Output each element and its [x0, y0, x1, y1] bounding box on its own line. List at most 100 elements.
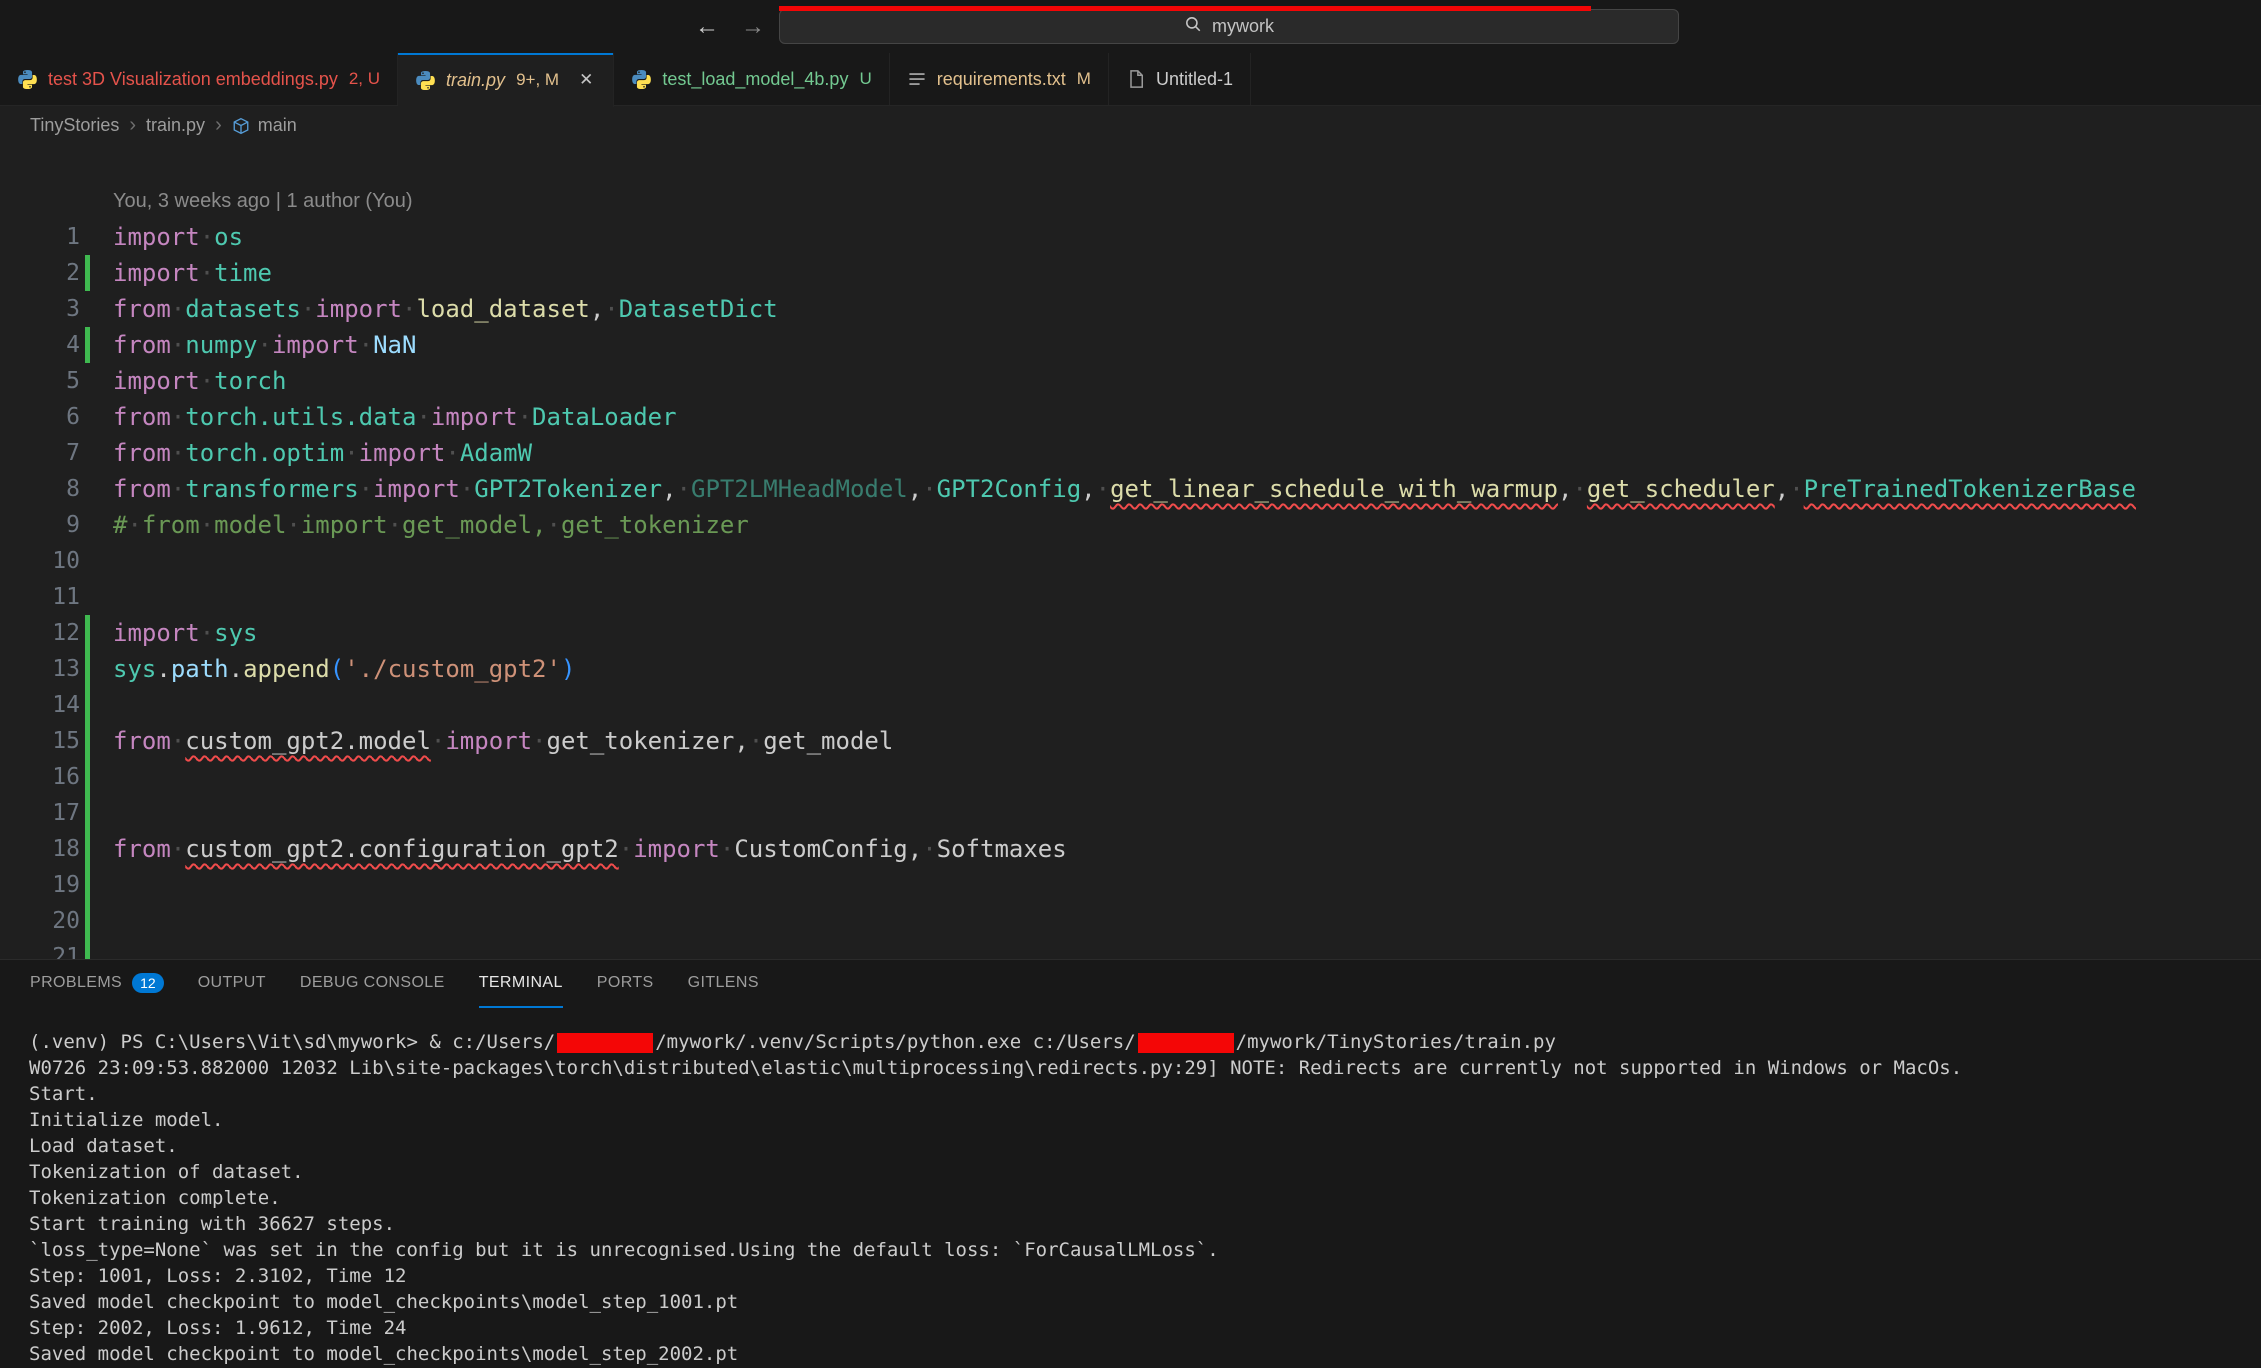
breadcrumb-label: main [258, 115, 297, 136]
code-line[interactable]: 1import·os [0, 219, 2261, 255]
panel-tab-problems[interactable]: PROBLEMS12 [30, 960, 164, 1008]
terminal-line: Saved model checkpoint to model_checkpoi… [29, 1341, 2261, 1367]
tab-train-py[interactable]: train.py9+, M✕ [398, 53, 614, 107]
panel-tab-output[interactable]: OUTPUT [198, 960, 266, 1008]
line-number[interactable]: 20 [0, 903, 80, 939]
line-number[interactable]: 11 [0, 579, 80, 615]
panel-tab-label: GITLENS [688, 974, 759, 992]
terminal-text: Initialize model. [29, 1109, 223, 1131]
code-line[interactable]: 14 [0, 687, 2261, 723]
nav-forward-icon[interactable]: → [741, 15, 765, 39]
code-line[interactable]: 3 from·datasets·import·load_dataset,·Data… [0, 291, 2261, 327]
code-line[interactable]: 16 [0, 759, 2261, 795]
code-line[interactable]: 11 [0, 579, 2261, 615]
redacted-text [557, 1033, 653, 1053]
command-center-search[interactable]: mywork [779, 9, 1679, 44]
line-number[interactable]: 16 [0, 759, 80, 795]
panel-tab-gitlens[interactable]: GITLENS [688, 960, 759, 1008]
line-number[interactable]: 5 [0, 363, 80, 399]
code-line[interactable]: 6from·torch.utils.data·import·DataLoader [0, 399, 2261, 435]
terminal-text: /mywork/.venv/Scripts/python.exe c:/User… [655, 1031, 1135, 1053]
line-number[interactable]: 17 [0, 795, 80, 831]
line-number[interactable]: 13 [0, 651, 80, 687]
close-icon[interactable]: ✕ [576, 69, 596, 91]
line-number[interactable]: 9 [0, 507, 80, 543]
code-text: import·torch [90, 363, 286, 399]
python-file-icon [17, 69, 38, 90]
code-line[interactable]: 17 [0, 795, 2261, 831]
code-line[interactable]: 12import·sys [0, 615, 2261, 651]
terminal-text: Tokenization of dataset. [29, 1161, 304, 1183]
code-text: from·transformers·import·GPT2Tokenizer,·… [90, 471, 2136, 507]
panel-tab-terminal[interactable]: TERMINAL [479, 960, 563, 1008]
terminal-line: W0726 23:09:53.882000 12032 Lib\site-pac… [29, 1055, 2261, 1081]
code-line[interactable]: 20 [0, 903, 2261, 939]
tab-test-load-model-4b-py[interactable]: test_load_model_4b.pyU [614, 53, 889, 105]
code-text: from·numpy·import·NaN [90, 327, 416, 363]
terminal-text: Saved model checkpoint to model_checkpoi… [29, 1343, 738, 1365]
code-line[interactable]: 2import·time [0, 255, 2261, 291]
breadcrumb: TinyStories › train.py › main [0, 106, 2261, 145]
code-line[interactable]: 5 import·torch [0, 363, 2261, 399]
python-file-icon [631, 69, 652, 90]
code-line[interactable]: 19 [0, 867, 2261, 903]
line-number[interactable]: 18 [0, 831, 80, 867]
code-line[interactable]: 8 from·transformers·import·GPT2Tokenizer,… [0, 471, 2261, 507]
breadcrumb-item-tinystories[interactable]: TinyStories [30, 115, 119, 136]
breadcrumb-item-train-py[interactable]: train.py [146, 115, 205, 136]
line-number[interactable]: 8 [0, 471, 80, 507]
code-line[interactable]: 4 from·numpy·import·NaN [0, 327, 2261, 363]
line-number[interactable]: 7 [0, 435, 80, 471]
chevron-right-icon: › [215, 114, 222, 137]
terminal-line: Initialize model. [29, 1107, 2261, 1133]
code-text: sys.path.append('./custom_gpt2') [90, 651, 575, 687]
terminal-line: `loss_type=None` was set in the config b… [29, 1237, 2261, 1263]
code-line[interactable]: 15from·custom_gpt2.model·import·get_toke… [0, 723, 2261, 759]
terminal-text: Tokenization complete. [29, 1187, 281, 1209]
line-number[interactable]: 2 [0, 255, 80, 291]
line-number[interactable]: 15 [0, 723, 80, 759]
line-number[interactable]: 10 [0, 543, 80, 579]
code-line[interactable]: 13 sys.path.append('./custom_gpt2') [0, 651, 2261, 687]
panel-tab-ports[interactable]: PORTS [597, 960, 654, 1008]
tab-untitled-1[interactable]: Untitled-1 [1109, 53, 1251, 105]
line-number[interactable]: 1 [0, 219, 80, 255]
breadcrumb-item-main[interactable]: main [232, 115, 297, 136]
redacted-text [1138, 1033, 1234, 1053]
code-text: from·custom_gpt2.configuration_gpt2·impo… [90, 831, 1067, 867]
code-line[interactable]: 7from·torch.optim·import·AdamW [0, 435, 2261, 471]
line-number[interactable]: 3 [0, 291, 80, 327]
nav-back-icon[interactable]: ← [695, 15, 719, 39]
line-number[interactable]: 19 [0, 867, 80, 903]
code-line[interactable]: 21 [0, 939, 2261, 959]
tab-decoration: M [1077, 69, 1091, 89]
terminal-text: Start training with 36627 steps. [29, 1213, 395, 1235]
terminal-text: Start. [29, 1083, 98, 1105]
gitlens-blame-annotation: You, 3 weeks ago | 1 author (You) [0, 183, 2261, 219]
tab-bar: test 3D Visualization embeddings.py2, Ut… [0, 53, 2261, 106]
line-number[interactable]: 4 [0, 327, 80, 363]
line-number[interactable]: 21 [0, 939, 80, 959]
code-text [90, 939, 113, 959]
tab-requirements-txt[interactable]: requirements.txtM [890, 53, 1109, 105]
tab-label: test_load_model_4b.py [662, 69, 848, 90]
line-number[interactable]: 14 [0, 687, 80, 723]
code-editor[interactable]: You, 3 weeks ago | 1 author (You) 1impor… [0, 145, 2261, 959]
tab-decoration: 9+, M [516, 70, 559, 90]
code-line[interactable]: 18 from·custom_gpt2.configuration_gpt2·im… [0, 831, 2261, 867]
panel-tab-debug-console[interactable]: DEBUG CONSOLE [300, 960, 445, 1008]
breadcrumb-label: TinyStories [30, 115, 119, 136]
tab-label: test 3D Visualization embeddings.py [48, 69, 338, 90]
panel-tab-label: PORTS [597, 974, 654, 992]
panel-tab-label: TERMINAL [479, 974, 563, 992]
code-line[interactable]: 9#·from·model·import·get_model,·get_toke… [0, 507, 2261, 543]
code-line[interactable]: 10 [0, 543, 2261, 579]
line-number[interactable]: 12 [0, 615, 80, 651]
terminal-text: W0726 23:09:53.882000 12032 Lib\site-pac… [29, 1057, 1962, 1079]
line-number[interactable]: 6 [0, 399, 80, 435]
chevron-right-icon: › [129, 114, 136, 137]
terminal-output[interactable]: (.venv) PS C:\Users\Vit\sd\mywork> & c:/… [0, 1008, 2261, 1367]
tab-test-3d-visualization-embeddings-py[interactable]: test 3D Visualization embeddings.py2, U [0, 53, 398, 105]
terminal-text: Load dataset. [29, 1135, 178, 1157]
code-text: from·datasets·import·load_dataset,·Datas… [90, 291, 778, 327]
